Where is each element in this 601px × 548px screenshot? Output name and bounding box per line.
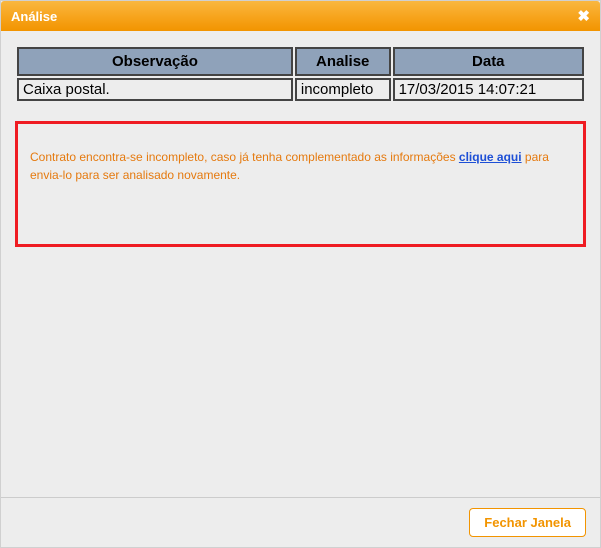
col-header-observacao: Observação	[17, 47, 293, 76]
close-icon[interactable]: ✖	[577, 7, 590, 25]
table-header-row: Observação Analise Data	[17, 47, 584, 76]
cell-data: 17/03/2015 14:07:21	[393, 78, 584, 101]
modal-title: Análise	[11, 9, 57, 24]
close-window-button[interactable]: Fechar Janela	[469, 508, 586, 537]
table-row: Caixa postal. incompleto 17/03/2015 14:0…	[17, 78, 584, 101]
col-header-data: Data	[393, 47, 584, 76]
cell-observacao: Caixa postal.	[17, 78, 293, 101]
titlebar: Análise ✖	[1, 1, 600, 31]
analysis-modal: Análise ✖ Observação Analise Data Caixa …	[0, 0, 601, 548]
col-header-analise: Analise	[295, 47, 391, 76]
resend-link[interactable]: clique aqui	[459, 150, 522, 164]
notice-text-before: Contrato encontra-se incompleto, caso já…	[30, 150, 459, 164]
cell-analise: incompleto	[295, 78, 391, 101]
analysis-table: Observação Analise Data Caixa postal. in…	[15, 45, 586, 103]
modal-content: Observação Analise Data Caixa postal. in…	[1, 31, 600, 261]
modal-footer: Fechar Janela	[1, 497, 600, 547]
incomplete-notice: Contrato encontra-se incompleto, caso já…	[15, 121, 586, 247]
